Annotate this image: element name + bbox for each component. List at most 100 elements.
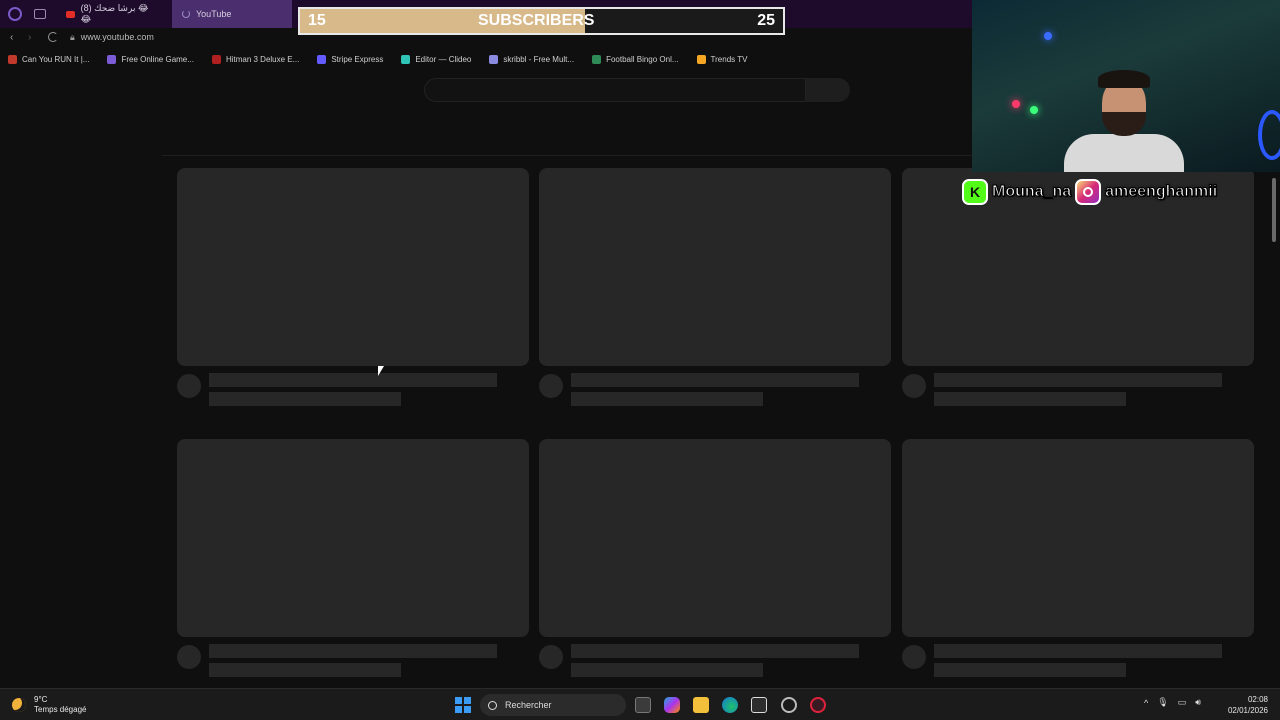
forward-icon[interactable]: › [28, 32, 36, 43]
microphone-icon[interactable]: 🎙︎ [1157, 697, 1168, 708]
moon-icon [12, 698, 26, 712]
weather-widget[interactable]: 9°C Temps dégagé [12, 695, 86, 715]
display-icon[interactable]: ▭ [1178, 697, 1187, 708]
bookmark-item[interactable]: Hitman 3 Deluxe E... [211, 54, 300, 64]
ring-light [1258, 110, 1280, 160]
person-shirt [1064, 134, 1184, 172]
title-skeleton [571, 644, 859, 658]
youtube-icon [66, 10, 75, 18]
meta-skeleton [209, 663, 401, 677]
store-icon[interactable] [751, 697, 767, 713]
search-button-skeleton[interactable] [806, 78, 850, 102]
volume-icon[interactable]: 🔊︎ [1195, 697, 1201, 708]
light [1012, 100, 1020, 108]
video-card-skeleton[interactable] [539, 168, 891, 406]
search-placeholder: Rechercher [505, 700, 552, 710]
avatar-skeleton [902, 645, 926, 669]
bookmark-item[interactable]: Free Online Game... [107, 54, 194, 64]
thumbnail-skeleton [902, 439, 1254, 637]
title-skeleton [934, 644, 1222, 658]
bookmark-label: Can You RUN It |... [22, 54, 90, 64]
copilot-icon[interactable] [664, 697, 680, 713]
person-beard [1102, 112, 1146, 136]
meta-skeleton [934, 392, 1126, 406]
video-card-skeleton[interactable] [539, 439, 891, 677]
tab-youtube[interactable]: YouTube [172, 0, 292, 28]
thumbnail-skeleton [177, 168, 529, 366]
windows-start-icon[interactable] [455, 697, 471, 713]
bookmark-label: Hitman 3 Deluxe E... [225, 54, 300, 64]
bookmark-item[interactable]: skribbl - Free Mult... [489, 54, 574, 64]
back-icon[interactable]: ‹ [10, 32, 18, 43]
bookmark-label: Stripe Express [331, 54, 384, 64]
bookmark-favicon-icon [107, 54, 117, 64]
opera-logo-icon[interactable] [8, 7, 22, 21]
search-input-skeleton[interactable] [424, 78, 806, 102]
subscriber-current: 15 [308, 12, 326, 29]
opera-gx-icon[interactable] [781, 697, 797, 713]
subscriber-goal: 25 [757, 12, 775, 29]
lock-icon[interactable]: 🔒︎ [70, 32, 75, 43]
bookmark-item[interactable]: Can You RUN It |... [8, 54, 90, 64]
mouse-cursor [378, 366, 384, 376]
title-skeleton [934, 373, 1222, 387]
clock-time: 02:08 [1247, 695, 1268, 704]
clock-date: 02/01/2026 [1227, 706, 1268, 715]
edge-icon[interactable] [722, 697, 738, 713]
avatar-skeleton [177, 645, 201, 669]
bookmark-favicon-icon [592, 54, 602, 64]
search-icon [488, 700, 497, 710]
bookmark-item[interactable]: Trends TV [696, 54, 748, 64]
clock[interactable]: 02:08 02/01/2026 [1222, 694, 1268, 716]
kick-handle: Mouna_na [991, 183, 1072, 201]
tab-manager-icon[interactable] [34, 9, 46, 19]
url-field[interactable]: www.youtube.com [81, 32, 154, 42]
subscriber-label: SUBSCRIBERS [478, 12, 595, 29]
bookmark-item[interactable]: Football Bingo Onl... [592, 54, 679, 64]
avatar-skeleton [539, 645, 563, 669]
video-card-skeleton[interactable] [177, 439, 529, 677]
chevron-up-icon[interactable]: ^ [1144, 698, 1148, 708]
light [1044, 32, 1052, 40]
bookmark-label: Free Online Game... [121, 54, 194, 64]
social-handles: K Mouna_na ameenghanmii [962, 176, 1256, 208]
person-hair [1098, 70, 1150, 88]
thumbnail-skeleton [177, 439, 529, 637]
bookmark-favicon-icon [8, 54, 17, 64]
meta-skeleton [571, 663, 763, 677]
taskbar-search[interactable]: Rechercher [480, 694, 626, 716]
bookmark-label: Trends TV [710, 54, 748, 64]
system-tray: ^ 🎙︎ ▭ 🔊︎ [1144, 697, 1201, 708]
meta-skeleton [209, 392, 401, 406]
webcam-feed [972, 0, 1280, 172]
task-view-icon[interactable] [635, 697, 651, 713]
avatar-skeleton [539, 374, 563, 398]
video-card-skeleton[interactable] [177, 168, 529, 406]
meta-skeleton [571, 392, 763, 406]
tab-label: (8) برشا ضحك 😂😂 [80, 3, 149, 24]
thumbnail-skeleton [539, 168, 891, 366]
screen: (8) برشا ضحك 😂😂 YouTube ‹ › 🔒︎ www.youtu… [0, 0, 1280, 720]
opera-icon[interactable] [810, 697, 826, 713]
bookmark-label: Football Bingo Onl... [606, 54, 679, 64]
bookmark-favicon-icon [317, 54, 327, 64]
file-explorer-icon[interactable] [693, 697, 709, 713]
reload-icon[interactable] [48, 32, 58, 42]
kick-icon: K [962, 179, 988, 205]
bookmark-item[interactable]: Editor — Clideo [401, 54, 472, 64]
weather-temp: 9°C [34, 695, 48, 704]
scrollbar[interactable] [1272, 178, 1276, 242]
bookmark-favicon-icon [696, 54, 706, 64]
meta-skeleton [934, 663, 1126, 677]
video-card-skeleton[interactable] [902, 439, 1254, 677]
taskbar: 9°C Temps dégagé Rechercher ^ 🎙︎ ▭ 🔊︎ 02… [0, 688, 1280, 720]
bookmark-favicon-icon [211, 54, 221, 64]
bookmark-label: Editor — Clideo [415, 54, 472, 64]
instagram-icon [1075, 179, 1102, 205]
tab-video[interactable]: (8) برشا ضحك 😂😂 [56, 0, 166, 28]
title-skeleton [209, 373, 497, 387]
weather-desc: Temps dégagé [34, 705, 87, 714]
bookmark-item[interactable]: Stripe Express [317, 54, 384, 64]
title-skeleton [209, 644, 497, 658]
bookmark-favicon-icon [489, 54, 499, 64]
